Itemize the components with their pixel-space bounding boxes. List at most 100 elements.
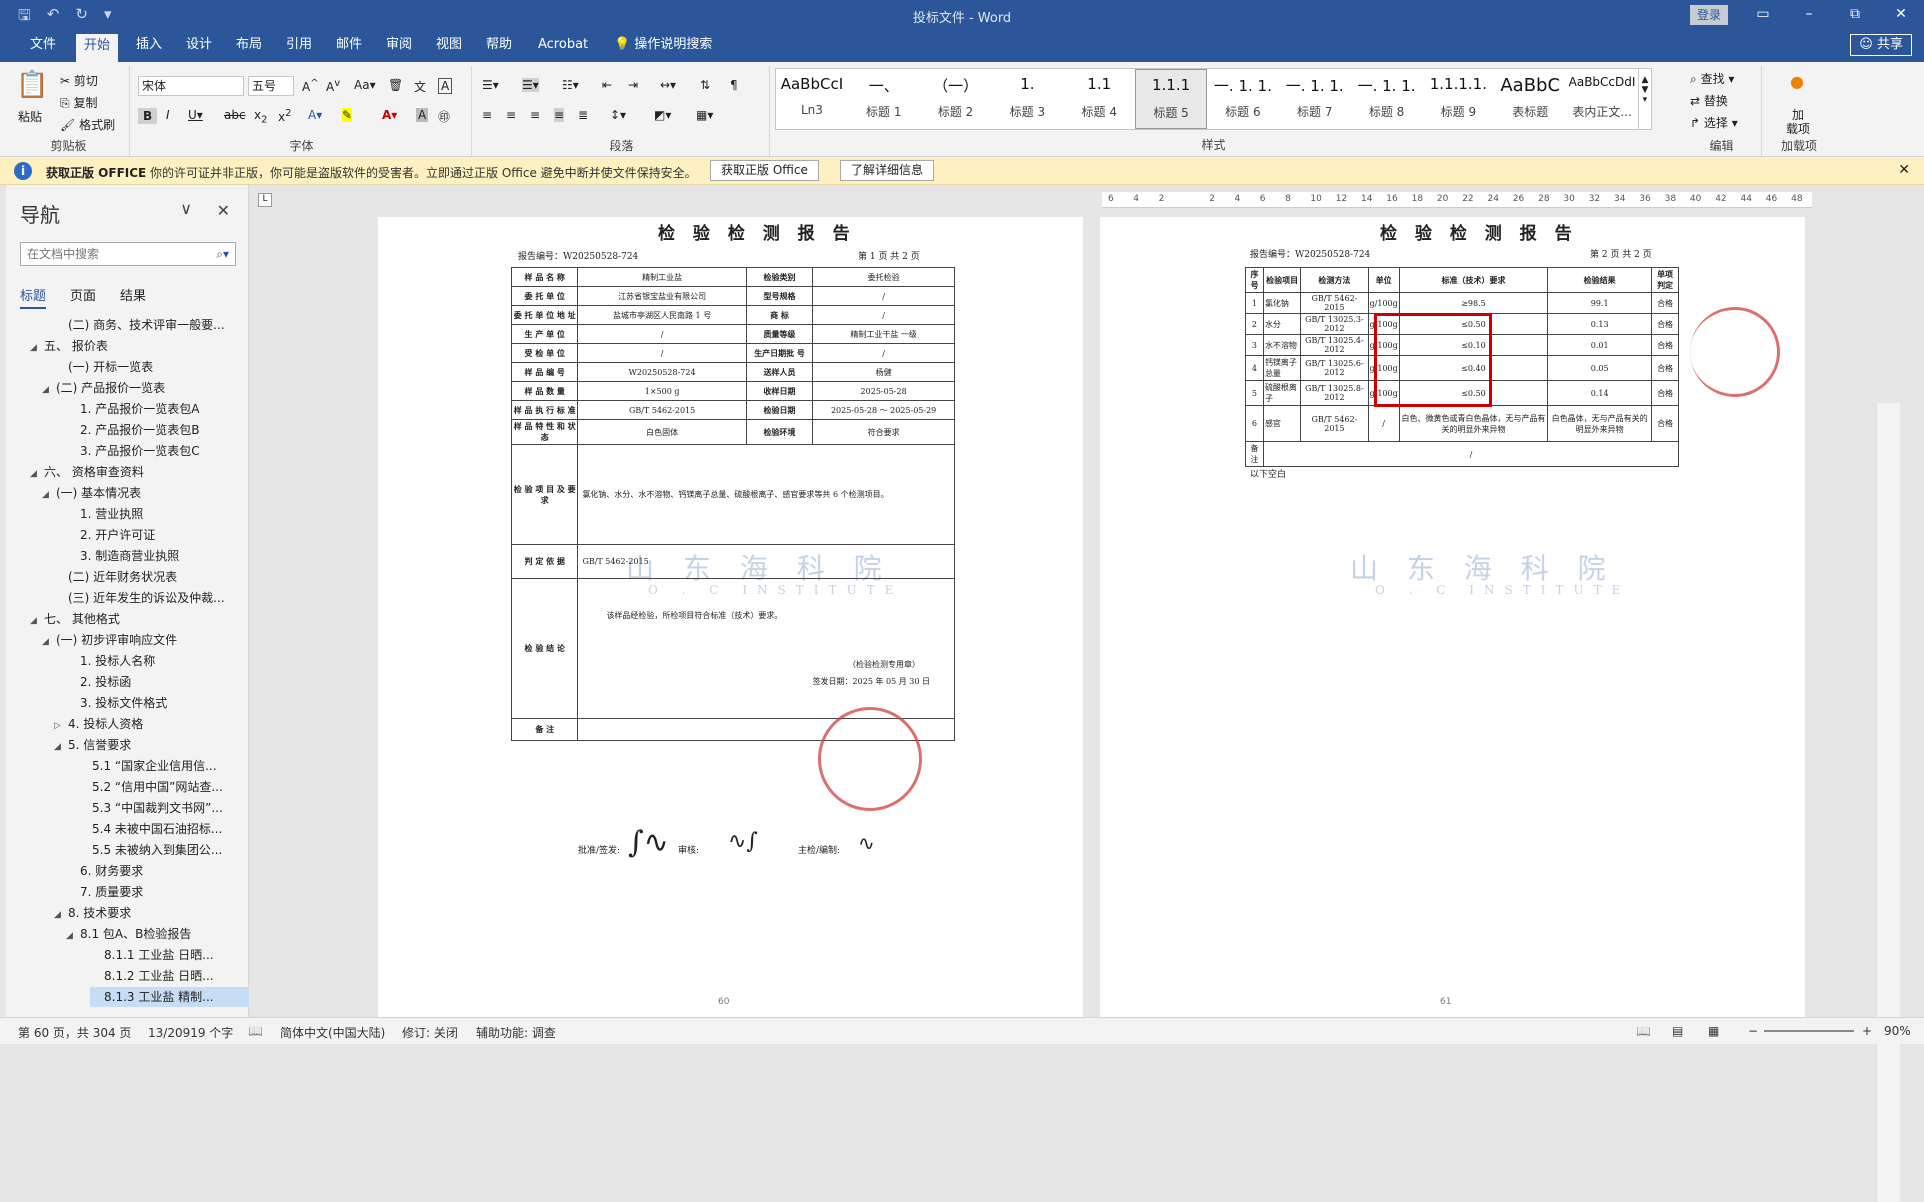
tab-file[interactable]: 文件 <box>22 30 64 62</box>
clear-format-icon[interactable]: 🗑 <box>388 78 403 92</box>
tab-home[interactable]: 开始 <box>76 34 119 62</box>
nav-tab-pages[interactable]: 页面 <box>70 285 96 309</box>
expand-arrow-icon[interactable]: ◢ <box>30 611 44 629</box>
expand-arrow-icon[interactable]: ◢ <box>54 737 68 755</box>
nav-tree-item[interactable]: 2. 产品报价一览表包B <box>66 420 249 440</box>
nav-tree-item[interactable]: 7. 质量要求 <box>66 882 249 902</box>
accessibility[interactable]: 辅助功能: 调查 <box>476 1024 556 1041</box>
tab-acrobat[interactable]: Acrobat <box>530 30 596 62</box>
nav-tree-item[interactable]: 5.2 “信用中国”网站查... <box>78 777 249 797</box>
style-item[interactable]: AaBbCcDdI 表内正文... <box>1566 69 1638 129</box>
zoom-out-icon[interactable]: − <box>1748 1024 1758 1038</box>
page-count[interactable]: 第 60 页，共 304 页 <box>18 1024 131 1041</box>
learn-more-button[interactable]: 了解详细信息 <box>840 160 935 181</box>
expand-arrow-icon[interactable]: ◢ <box>66 926 80 944</box>
decrease-indent-icon[interactable]: ⇤ <box>602 78 612 92</box>
increase-indent-icon[interactable]: ⇥ <box>628 78 638 92</box>
nav-tree-item[interactable]: 3. 投标文件格式 <box>66 693 249 713</box>
nav-close-icon[interactable]: ✕ <box>217 201 230 220</box>
replace-button[interactable]: ⇄ 替换 <box>1690 92 1728 109</box>
highlight-icon[interactable]: ✎ <box>342 108 353 122</box>
enclose-char-icon[interactable]: ㊞ <box>438 108 450 125</box>
shrink-font-icon[interactable]: Av <box>326 78 340 94</box>
distributed-icon[interactable]: ≣ <box>578 108 588 122</box>
style-item[interactable]: AaBbCcI Ln3 <box>776 69 848 129</box>
strikethrough-icon[interactable]: abc <box>224 108 246 122</box>
vertical-scrollbar[interactable] <box>1876 403 1900 1202</box>
style-item[interactable]: 一. 1. 1. 标题 6 <box>1207 69 1279 129</box>
track-changes[interactable]: 修订: 关闭 <box>402 1024 458 1041</box>
cut-button[interactable]: ✂ 剪切 <box>60 72 98 89</box>
language[interactable]: 简体中文(中国大陆) <box>280 1024 385 1041</box>
zoom-level[interactable]: 90% <box>1884 1024 1911 1038</box>
change-case-icon[interactable]: Aa▾ <box>354 78 376 92</box>
close-icon[interactable]: ✕ <box>1878 0 1924 30</box>
nav-tree-item[interactable]: ◢ 8.1 包A、B检验报告 <box>66 924 249 944</box>
tab-help[interactable]: 帮助 <box>478 30 520 62</box>
style-item[interactable]: 一. 1. 1. 标题 8 <box>1351 69 1423 129</box>
nav-tree-item[interactable]: 6. 财务要求 <box>66 861 249 881</box>
align-right-icon[interactable]: ≡ <box>530 108 540 122</box>
superscript-icon[interactable]: x2 <box>278 108 291 124</box>
bold-icon[interactable]: B <box>138 108 158 124</box>
select-button[interactable]: ↱ 选择 ▾ <box>1690 114 1738 131</box>
paste-icon[interactable]: 📋 <box>16 70 48 100</box>
find-button[interactable]: ⌕ 查找 ▾ <box>1690 70 1734 87</box>
justify-icon[interactable]: ≡ <box>554 108 565 122</box>
text-effects-icon[interactable]: A▾ <box>308 108 322 122</box>
style-item[interactable]: （一） 标题 2 <box>920 69 992 129</box>
minimize-icon[interactable]: – <box>1786 0 1832 30</box>
nav-tree-item[interactable]: 8.1.2 工业盐 日晒... <box>90 966 249 986</box>
nav-tree-item[interactable]: ◢ 8. 技术要求 <box>54 903 249 923</box>
expand-arrow-icon[interactable]: ◢ <box>42 485 56 503</box>
nav-tree-item[interactable]: ◢ (一) 初步评审响应文件 <box>42 630 249 650</box>
subscript-icon[interactable]: x2 <box>254 108 267 125</box>
styles-more-icon[interactable]: ▲ ▼ ▾ <box>1637 69 1651 129</box>
nav-tree-item[interactable]: 1. 营业执照 <box>66 504 249 524</box>
web-layout-icon[interactable]: ▦ <box>1708 1024 1719 1038</box>
nav-tab-results[interactable]: 结果 <box>120 285 146 309</box>
tab-layout[interactable]: 布局 <box>228 30 270 62</box>
nav-options-icon[interactable]: ∨ <box>180 199 192 218</box>
char-shading-icon[interactable]: A <box>416 108 429 122</box>
nav-tree-item[interactable]: ◢ 5. 信誉要求 <box>54 735 249 755</box>
italic-icon[interactable]: I <box>166 108 170 122</box>
align-center-icon[interactable]: ≡ <box>506 108 516 122</box>
style-item-selected[interactable]: 1.1.1 标题 5 <box>1135 69 1207 129</box>
nav-tree-item[interactable]: 5.3 “中国裁判文书网”... <box>78 798 249 818</box>
nav-search-input[interactable]: 在文档中搜索 ⌕▾ <box>20 242 236 266</box>
style-item[interactable]: 1.1.1.1. 标题 9 <box>1422 69 1494 129</box>
addins-icon[interactable]: ● <box>1790 72 1804 91</box>
style-item[interactable]: AaBbC 表标题 <box>1494 69 1566 129</box>
nav-tree-item[interactable]: 2. 开户许可证 <box>66 525 249 545</box>
zoom-slider[interactable] <box>1764 1030 1854 1032</box>
proofing-icon[interactable]: 📖 <box>248 1024 263 1038</box>
restore-icon[interactable]: ⧉ <box>1832 0 1878 30</box>
login-button[interactable]: 登录 <box>1690 5 1728 25</box>
chinese-layout-icon[interactable]: ↔▾ <box>660 78 676 92</box>
font-color-icon[interactable]: A▾ <box>382 108 397 122</box>
expand-arrow-icon[interactable]: ◢ <box>30 464 44 482</box>
tab-references[interactable]: 引用 <box>278 30 320 62</box>
bullets-icon[interactable]: ☰▾ <box>482 78 499 92</box>
nav-tree-item[interactable]: ◢ (一) 基本情况表 <box>42 483 249 503</box>
nav-tree-item[interactable]: ◢ 六、 资格审查资料 <box>30 462 249 482</box>
nav-tree-item[interactable]: 3. 产品报价一览表包C <box>66 441 249 461</box>
tab-view[interactable]: 视图 <box>428 30 470 62</box>
expand-arrow-icon[interactable]: ◢ <box>42 380 56 398</box>
nav-tree-item[interactable]: (二) 近年财务状况表 <box>54 567 249 587</box>
nav-tree-item[interactable]: 1. 投标人名称 <box>66 651 249 671</box>
style-item[interactable]: 一、 标题 1 <box>848 69 920 129</box>
phonetic-icon[interactable]: 文 <box>414 78 426 95</box>
underline-icon[interactable]: U▾ <box>188 108 203 122</box>
nav-tree-item[interactable]: (三) 近年发生的诉讼及仲裁... <box>54 588 249 608</box>
line-spacing-icon[interactable]: ↕▾ <box>610 108 626 122</box>
style-item[interactable]: 一. 1. 1. 标题 7 <box>1279 69 1351 129</box>
expand-arrow-icon[interactable]: ◢ <box>54 905 68 923</box>
style-item[interactable]: 1.1 标题 4 <box>1063 69 1135 129</box>
expand-arrow-icon[interactable]: ◢ <box>30 338 44 356</box>
style-item[interactable]: 1. 标题 3 <box>991 69 1063 129</box>
nav-tree-item[interactable]: ▷ 4. 投标人资格 <box>54 714 249 734</box>
close-infobar-icon[interactable]: ✕ <box>1898 162 1910 178</box>
read-mode-icon[interactable]: 📖 <box>1636 1024 1651 1038</box>
